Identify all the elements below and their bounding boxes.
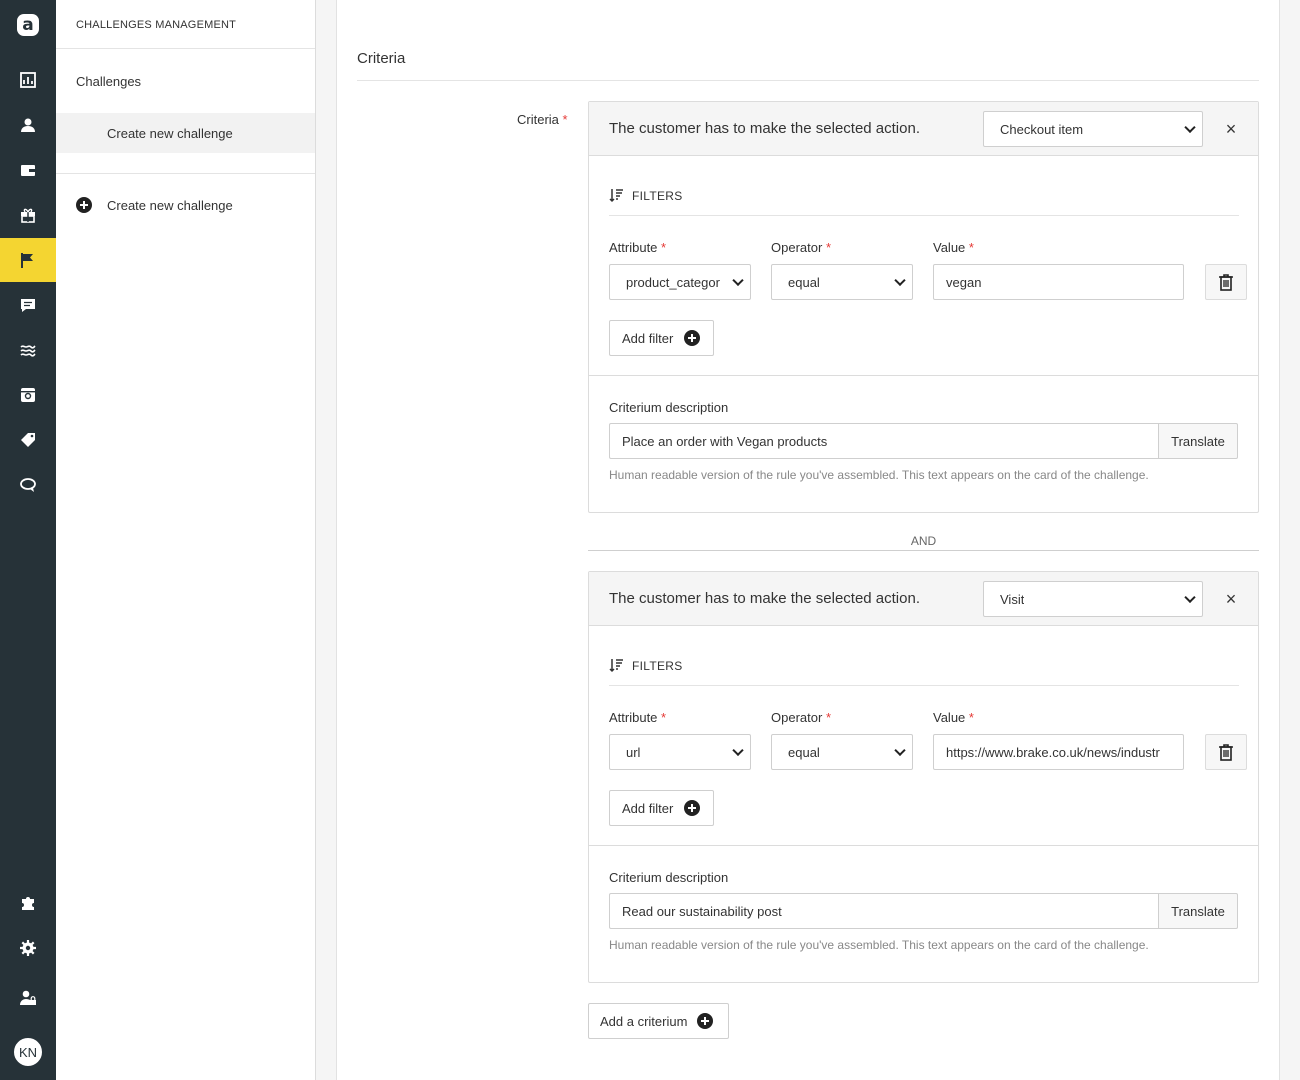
sidebar-item-label: Create new challenge [107,126,233,141]
delete-filter-button[interactable] [1205,264,1247,300]
sidebar-title: CHALLENGES MANAGEMENT [76,19,237,31]
attribute-label: Attribute * [609,710,667,725]
user-avatar[interactable]: KN [13,1037,43,1067]
puzzle-icon[interactable] [0,881,56,925]
plus-circle-icon [697,1013,714,1029]
logo-mark: a [17,14,39,36]
dashboard-icon[interactable] [0,58,56,102]
chevron-down-icon [894,744,906,757]
translate-button[interactable]: Translate [1158,423,1238,459]
delete-filter-button[interactable] [1205,734,1247,770]
criterium-description-input[interactable]: Read our sustainability post [609,893,1159,929]
icon-rail: a KN [0,0,56,1080]
filters-heading: FILTERS [609,188,683,203]
chat-icon[interactable] [0,463,56,507]
remove-criterium-button[interactable]: × [1221,589,1241,609]
criterium-header: The customer has to make the selected ac… [589,572,1258,626]
wallet-icon[interactable] [0,148,56,192]
criterium-description-input[interactable]: Place an order with Vegan products [609,423,1159,459]
operator-select[interactable]: equal [771,264,913,300]
help-text: Human readable version of the rule you'v… [609,468,1149,482]
trash-icon [1219,743,1233,761]
criterium-description-label: Criterium description [609,870,729,885]
and-label: AND [910,534,937,548]
criterium-description-label: Criterium description [609,400,729,415]
trash-icon [1219,273,1233,291]
attribute-select[interactable]: url [609,734,751,770]
chevron-down-icon [732,744,744,757]
comment-icon[interactable] [0,283,56,327]
add-filter-button[interactable]: Add filter [609,790,714,826]
operator-select[interactable]: equal [771,734,913,770]
action-select[interactable]: Checkout item [983,111,1203,147]
gear-icon[interactable] [0,926,56,970]
value-label: Value * [933,240,974,255]
plus-circle-icon [684,800,701,816]
criterium-header-text: The customer has to make the selected ac… [609,120,920,137]
main-content: Criteria Criteria * The customer has to … [336,0,1280,1080]
criterium-description-section: Criterium description Place an order wit… [589,376,1258,512]
gift-icon[interactable] [0,193,56,237]
value-input[interactable]: vegan [933,264,1184,300]
divider [56,173,315,174]
attribute-label: Attribute * [609,240,667,255]
challenges-sidebar: CHALLENGES MANAGEMENT Challenges Create … [56,0,316,1080]
plus-circle-icon [76,197,92,213]
criterium-header: The customer has to make the selected ac… [589,102,1258,156]
divider [357,80,1259,81]
app-logo[interactable]: a [0,0,56,50]
chevron-down-icon [894,274,906,287]
and-separator: AND [588,534,1259,554]
criteria-field-label: Criteria * [517,112,568,127]
criterium-header-text: The customer has to make the selected ac… [609,590,920,607]
sidebar-item-challenges[interactable]: Challenges [76,74,141,89]
sort-filter-icon [609,659,623,673]
action-select[interactable]: Visit [983,581,1203,617]
sidebar-item-create-new-challenge[interactable]: Create new challenge [56,113,315,153]
filters-section: FILTERS Attribute * Operator * Value * u… [589,626,1258,846]
divider [56,48,315,49]
instagram-icon[interactable] [0,373,56,417]
create-new-challenge-button[interactable]: Create new challenge [76,197,233,213]
section-title: Criteria [357,50,406,67]
remove-criterium-button[interactable]: × [1221,119,1241,139]
value-label: Value * [933,710,974,725]
customers-icon[interactable] [0,103,56,147]
add-criterium-button[interactable]: Add a criterium [588,1003,729,1039]
divider [609,685,1239,686]
criterium-description-section: Criterium description Read our sustainab… [589,846,1258,982]
plus-circle-icon [684,330,701,346]
waves-icon[interactable] [0,328,56,372]
attribute-select[interactable]: product_categor [609,264,751,300]
criterium-card: The customer has to make the selected ac… [588,571,1259,983]
add-filter-button[interactable]: Add filter [609,320,714,356]
filters-heading: FILTERS [609,658,683,673]
tag-icon[interactable] [0,418,56,462]
create-new-challenge-label: Create new challenge [107,197,233,213]
user-lock-icon[interactable] [0,976,56,1020]
value-input[interactable]: https://www.brake.co.uk/news/industr [933,734,1184,770]
criterium-card: The customer has to make the selected ac… [588,101,1259,513]
operator-label: Operator * [771,710,831,725]
sort-filter-icon [609,189,623,203]
translate-button[interactable]: Translate [1158,893,1238,929]
flag-icon[interactable] [0,238,56,282]
operator-label: Operator * [771,240,831,255]
chevron-down-icon [732,274,744,287]
divider [588,550,1259,551]
filters-section: FILTERS Attribute * Operator * Value * p… [589,156,1258,376]
chevron-down-icon [1184,591,1196,604]
chevron-down-icon [1184,121,1196,134]
help-text: Human readable version of the rule you'v… [609,938,1149,952]
divider [609,215,1239,216]
